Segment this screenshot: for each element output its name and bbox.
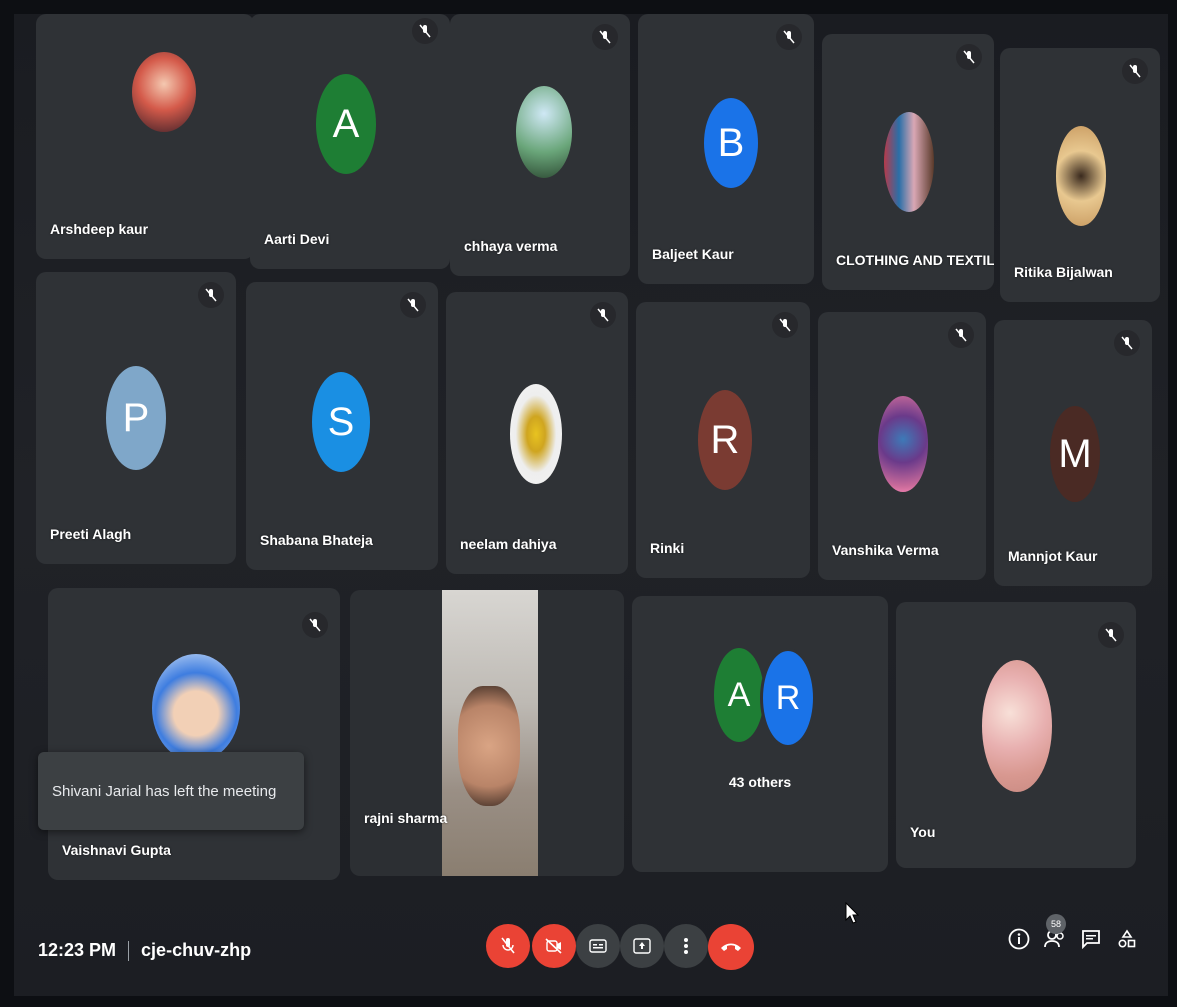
mouse-pointer-icon	[845, 902, 859, 924]
meeting-grid: Arshdeep kaur A Aarti Devi chhaya verma …	[14, 14, 1168, 996]
participant-name: Shabana Bhateja	[260, 532, 373, 548]
call-end-icon	[721, 943, 741, 951]
people-button[interactable]: 58	[1040, 914, 1070, 954]
participant-tile[interactable]: Vaishnavi Gupta	[48, 588, 340, 880]
mic-off-icon	[501, 937, 515, 954]
participant-tile[interactable]: A Aarti Devi	[250, 14, 450, 269]
bottom-bar: 12:23 PM cje-chuv-zhp 58	[14, 900, 1168, 996]
meeting-info: 12:23 PM cje-chuv-zhp	[38, 940, 251, 961]
participant-tile[interactable]: CLOTHING AND TEXTILES	[822, 34, 994, 290]
participant-tile[interactable]: P Preeti Alagh	[36, 272, 236, 564]
participant-name: Aarti Devi	[264, 231, 330, 247]
participant-tile[interactable]: neelam dahiya	[446, 292, 628, 574]
participant-photo	[884, 112, 934, 212]
current-time: 12:23 PM	[38, 940, 117, 960]
letter-avatar: S	[312, 372, 370, 472]
mic-off-icon	[948, 322, 974, 348]
meeting-code: cje-chuv-zhp	[141, 940, 252, 960]
participant-name: Baljeet Kaur	[652, 246, 734, 262]
activities-icon	[1118, 929, 1136, 948]
participant-name: You	[910, 824, 936, 840]
participant-name: Vaishnavi Gupta	[62, 842, 171, 858]
letter-avatar: B	[704, 98, 758, 188]
camera-off-icon	[545, 938, 562, 954]
mic-off-icon	[302, 612, 328, 638]
mic-off-icon	[590, 302, 616, 328]
info-icon	[1008, 928, 1030, 950]
participant-photo	[878, 396, 928, 492]
video-face	[458, 686, 520, 806]
participant-name: Preeti Alagh	[50, 526, 132, 542]
participant-photo	[1056, 126, 1106, 226]
participant-tile[interactable]: S Shabana Bhateja	[246, 282, 438, 570]
participant-tile[interactable]: A R 43 others	[632, 596, 888, 872]
participant-tile[interactable]: M Mannjot Kaur	[994, 320, 1152, 586]
participant-name: rajni sharma	[364, 810, 448, 826]
participant-tile[interactable]: Ritika Bijalwan	[1000, 48, 1160, 302]
participant-name: chhaya verma	[464, 238, 558, 254]
captions-button[interactable]	[576, 924, 620, 968]
letter-avatar: M	[1050, 406, 1100, 502]
more-vert-icon	[684, 938, 688, 954]
letter-avatar: P	[106, 366, 166, 470]
participant-photo	[510, 384, 562, 484]
participant-tile[interactable]: You	[896, 602, 1136, 868]
participant-name: Vanshika Verma	[832, 542, 939, 558]
mic-off-icon	[1114, 330, 1140, 356]
mic-off-icon	[400, 292, 426, 318]
more-options-button[interactable]	[664, 924, 708, 968]
group-avatar-a: A	[714, 648, 764, 742]
letter-avatar: R	[698, 390, 752, 490]
participant-video	[442, 590, 538, 876]
mic-off-icon	[776, 24, 802, 50]
microphone-toggle-button[interactable]	[486, 924, 530, 968]
participant-tile[interactable]: R Rinki	[636, 302, 810, 578]
present-icon	[633, 938, 651, 954]
letter-avatar: A	[316, 74, 376, 174]
participant-tile[interactable]: chhaya verma	[450, 14, 630, 276]
mic-off-icon	[772, 312, 798, 338]
participant-tile[interactable]: Vanshika Verma	[818, 312, 986, 580]
mic-off-icon	[412, 18, 438, 44]
participant-name: Mannjot Kaur	[1008, 548, 1098, 564]
notification-text: Shivani Jarial has left the meeting	[52, 782, 277, 800]
notification-toast: Shivani Jarial has left the meeting	[38, 752, 304, 830]
participant-photo	[152, 654, 240, 762]
activities-button[interactable]	[1112, 924, 1142, 954]
others-count-label: 43 others	[728, 774, 792, 790]
participant-tile[interactable]: B Baljeet Kaur	[638, 14, 814, 284]
mic-off-icon	[1122, 58, 1148, 84]
present-now-button[interactable]	[620, 924, 664, 968]
camera-toggle-button[interactable]	[532, 924, 576, 968]
participant-name: CLOTHING AND TEXTILES	[836, 252, 994, 268]
participant-tile[interactable]: Arshdeep kaur	[36, 14, 254, 259]
divider	[128, 940, 130, 961]
participant-name: neelam dahiya	[460, 536, 557, 552]
participant-photo	[982, 660, 1052, 792]
participant-photo	[132, 52, 196, 132]
chat-icon	[1082, 930, 1100, 949]
participant-tile[interactable]: rajni sharma	[350, 590, 624, 876]
chat-button[interactable]	[1076, 924, 1106, 954]
participant-name: Rinki	[650, 540, 685, 556]
captions-icon	[589, 939, 607, 953]
participant-name: Ritika Bijalwan	[1014, 264, 1113, 280]
mic-off-icon	[592, 24, 618, 50]
mic-off-icon	[956, 44, 982, 70]
participant-name: Arshdeep kaur	[50, 221, 149, 237]
leave-call-button[interactable]	[708, 924, 754, 970]
group-avatar-r: R	[760, 648, 816, 748]
mic-off-icon	[1098, 622, 1124, 648]
participant-count-badge: 58	[1046, 914, 1066, 934]
participant-photo	[516, 86, 572, 178]
meeting-details-button[interactable]	[1004, 924, 1034, 954]
mic-off-icon	[198, 282, 224, 308]
